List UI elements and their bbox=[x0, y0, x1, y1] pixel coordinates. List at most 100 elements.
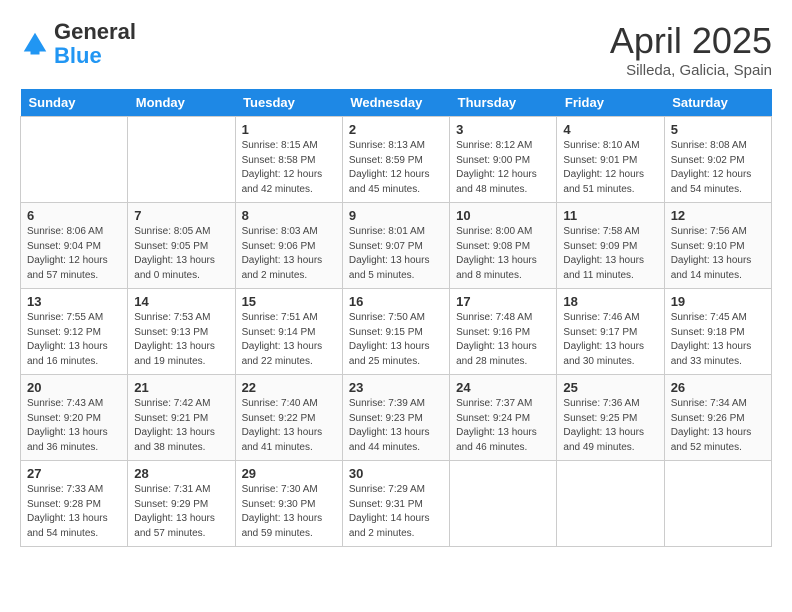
day-number: 2 bbox=[349, 122, 443, 137]
logo-line1: General bbox=[54, 20, 136, 44]
day-number: 14 bbox=[134, 294, 228, 309]
cell-content: Sunrise: 7:53 AMSunset: 9:13 PMDaylight:… bbox=[134, 311, 228, 369]
calendar-cell bbox=[450, 461, 557, 547]
weekday-header-saturday: Saturday bbox=[664, 89, 771, 117]
calendar-cell: 19 Sunrise: 7:45 AMSunset: 9:18 PMDayligh… bbox=[664, 289, 771, 375]
cell-content: Sunrise: 7:43 AMSunset: 9:20 PMDaylight:… bbox=[27, 397, 121, 455]
week-row-4: 20 Sunrise: 7:43 AMSunset: 9:20 PMDayligh… bbox=[21, 375, 772, 461]
calendar-cell bbox=[21, 117, 128, 203]
calendar-cell: 12 Sunrise: 7:56 AMSunset: 9:10 PMDayligh… bbox=[664, 203, 771, 289]
weekday-header-row: SundayMondayTuesdayWednesdayThursdayFrid… bbox=[21, 89, 772, 117]
calendar-cell: 1 Sunrise: 8:15 AMSunset: 8:58 PMDaylight… bbox=[235, 117, 342, 203]
cell-content: Sunrise: 8:06 AMSunset: 9:04 PMDaylight:… bbox=[27, 225, 121, 283]
cell-content: Sunrise: 8:01 AMSunset: 9:07 PMDaylight:… bbox=[349, 225, 443, 283]
week-row-2: 6Sunrise: 8:06 AMSunset: 9:04 PMDaylight… bbox=[21, 203, 772, 289]
day-number: 7 bbox=[134, 208, 228, 223]
day-number: 17 bbox=[456, 294, 550, 309]
day-number: 3 bbox=[456, 122, 550, 137]
cell-content: Sunrise: 7:39 AMSunset: 9:23 PMDaylight:… bbox=[349, 397, 443, 455]
cell-content: Sunrise: 7:58 AMSunset: 9:09 PMDaylight:… bbox=[563, 225, 657, 283]
cell-content: Sunrise: 8:10 AMSunset: 9:01 PMDaylight:… bbox=[563, 139, 657, 197]
cell-content: Sunrise: 7:51 AMSunset: 9:14 PMDaylight:… bbox=[242, 311, 336, 369]
day-number: 13 bbox=[27, 294, 121, 309]
calendar-cell: 10 Sunrise: 8:00 AMSunset: 9:08 PMDayligh… bbox=[450, 203, 557, 289]
calendar-cell: 2 Sunrise: 8:13 AMSunset: 8:59 PMDaylight… bbox=[342, 117, 449, 203]
cell-content: Sunrise: 7:56 AMSunset: 9:10 PMDaylight:… bbox=[671, 225, 765, 283]
cell-content: Sunrise: 7:31 AMSunset: 9:29 PMDaylight:… bbox=[134, 483, 228, 541]
location: Silleda, Galicia, Spain bbox=[610, 62, 772, 79]
day-number: 10 bbox=[456, 208, 550, 223]
weekday-header-sunday: Sunday bbox=[21, 89, 128, 117]
day-number: 19 bbox=[671, 294, 765, 309]
cell-content: Sunrise: 7:45 AMSunset: 9:18 PMDaylight:… bbox=[671, 311, 765, 369]
cell-content: Sunrise: 7:30 AMSunset: 9:30 PMDaylight:… bbox=[242, 483, 336, 541]
day-number: 15 bbox=[242, 294, 336, 309]
calendar-cell: 6Sunrise: 8:06 AMSunset: 9:04 PMDaylight… bbox=[21, 203, 128, 289]
day-number: 8 bbox=[242, 208, 336, 223]
cell-content: Sunrise: 8:00 AMSunset: 9:08 PMDaylight:… bbox=[456, 225, 550, 283]
logo-icon bbox=[20, 29, 50, 59]
weekday-header-wednesday: Wednesday bbox=[342, 89, 449, 117]
day-number: 30 bbox=[349, 466, 443, 481]
day-number: 23 bbox=[349, 380, 443, 395]
day-number: 9 bbox=[349, 208, 443, 223]
logo: General Blue bbox=[20, 20, 136, 68]
page-header: General Blue April 2025 Silleda, Galicia… bbox=[20, 20, 772, 79]
cell-content: Sunrise: 8:13 AMSunset: 8:59 PMDaylight:… bbox=[349, 139, 443, 197]
calendar-cell: 20 Sunrise: 7:43 AMSunset: 9:20 PMDayligh… bbox=[21, 375, 128, 461]
cell-content: Sunrise: 8:03 AMSunset: 9:06 PMDaylight:… bbox=[242, 225, 336, 283]
calendar-cell bbox=[128, 117, 235, 203]
day-number: 11 bbox=[563, 208, 657, 223]
day-number: 27 bbox=[27, 466, 121, 481]
calendar-cell: 9 Sunrise: 8:01 AMSunset: 9:07 PMDaylight… bbox=[342, 203, 449, 289]
calendar-cell: 11 Sunrise: 7:58 AMSunset: 9:09 PMDayligh… bbox=[557, 203, 664, 289]
day-number: 12 bbox=[671, 208, 765, 223]
cell-content: Sunrise: 7:34 AMSunset: 9:26 PMDaylight:… bbox=[671, 397, 765, 455]
day-number: 24 bbox=[456, 380, 550, 395]
calendar-cell bbox=[664, 461, 771, 547]
calendar-cell: 7Sunrise: 8:05 AMSunset: 9:05 PMDaylight… bbox=[128, 203, 235, 289]
cell-content: Sunrise: 7:36 AMSunset: 9:25 PMDaylight:… bbox=[563, 397, 657, 455]
cell-content: Sunrise: 8:15 AMSunset: 8:58 PMDaylight:… bbox=[242, 139, 336, 197]
day-number: 1 bbox=[242, 122, 336, 137]
cell-content: Sunrise: 7:29 AMSunset: 9:31 PMDaylight:… bbox=[349, 483, 443, 541]
cell-content: Sunrise: 8:08 AMSunset: 9:02 PMDaylight:… bbox=[671, 139, 765, 197]
logo-line2: Blue bbox=[54, 43, 102, 68]
calendar-cell: 29Sunrise: 7:30 AMSunset: 9:30 PMDayligh… bbox=[235, 461, 342, 547]
calendar-cell: 8 Sunrise: 8:03 AMSunset: 9:06 PMDaylight… bbox=[235, 203, 342, 289]
calendar-cell: 14 Sunrise: 7:53 AMSunset: 9:13 PMDayligh… bbox=[128, 289, 235, 375]
calendar-cell: 4 Sunrise: 8:10 AMSunset: 9:01 PMDaylight… bbox=[557, 117, 664, 203]
day-number: 20 bbox=[27, 380, 121, 395]
calendar-cell: 3 Sunrise: 8:12 AMSunset: 9:00 PMDaylight… bbox=[450, 117, 557, 203]
calendar-table: SundayMondayTuesdayWednesdayThursdayFrid… bbox=[20, 89, 772, 547]
week-row-5: 27Sunrise: 7:33 AMSunset: 9:28 PMDayligh… bbox=[21, 461, 772, 547]
calendar-cell: 22Sunrise: 7:40 AMSunset: 9:22 PMDayligh… bbox=[235, 375, 342, 461]
calendar-cell: 25 Sunrise: 7:36 AMSunset: 9:25 PMDayligh… bbox=[557, 375, 664, 461]
calendar-cell: 24 Sunrise: 7:37 AMSunset: 9:24 PMDayligh… bbox=[450, 375, 557, 461]
calendar-cell: 5Sunrise: 8:08 AMSunset: 9:02 PMDaylight… bbox=[664, 117, 771, 203]
cell-content: Sunrise: 7:40 AMSunset: 9:22 PMDaylight:… bbox=[242, 397, 336, 455]
day-number: 25 bbox=[563, 380, 657, 395]
cell-content: Sunrise: 8:12 AMSunset: 9:00 PMDaylight:… bbox=[456, 139, 550, 197]
calendar-cell bbox=[557, 461, 664, 547]
calendar-cell: 17 Sunrise: 7:48 AMSunset: 9:16 PMDayligh… bbox=[450, 289, 557, 375]
day-number: 4 bbox=[563, 122, 657, 137]
cell-content: Sunrise: 7:37 AMSunset: 9:24 PMDaylight:… bbox=[456, 397, 550, 455]
cell-content: Sunrise: 7:48 AMSunset: 9:16 PMDaylight:… bbox=[456, 311, 550, 369]
calendar-cell: 16Sunrise: 7:50 AMSunset: 9:15 PMDayligh… bbox=[342, 289, 449, 375]
calendar-cell: 15 Sunrise: 7:51 AMSunset: 9:14 PMDayligh… bbox=[235, 289, 342, 375]
calendar-cell: 28Sunrise: 7:31 AMSunset: 9:29 PMDayligh… bbox=[128, 461, 235, 547]
day-number: 16 bbox=[349, 294, 443, 309]
calendar-cell: 30 Sunrise: 7:29 AMSunset: 9:31 PMDayligh… bbox=[342, 461, 449, 547]
weekday-header-friday: Friday bbox=[557, 89, 664, 117]
calendar-cell: 21Sunrise: 7:42 AMSunset: 9:21 PMDayligh… bbox=[128, 375, 235, 461]
weekday-header-monday: Monday bbox=[128, 89, 235, 117]
title-block: April 2025 Silleda, Galicia, Spain bbox=[610, 20, 772, 79]
month-title: April 2025 bbox=[610, 20, 772, 62]
calendar-cell: 27Sunrise: 7:33 AMSunset: 9:28 PMDayligh… bbox=[21, 461, 128, 547]
day-number: 18 bbox=[563, 294, 657, 309]
cell-content: Sunrise: 7:46 AMSunset: 9:17 PMDaylight:… bbox=[563, 311, 657, 369]
day-number: 26 bbox=[671, 380, 765, 395]
weekday-header-thursday: Thursday bbox=[450, 89, 557, 117]
week-row-3: 13Sunrise: 7:55 AMSunset: 9:12 PMDayligh… bbox=[21, 289, 772, 375]
